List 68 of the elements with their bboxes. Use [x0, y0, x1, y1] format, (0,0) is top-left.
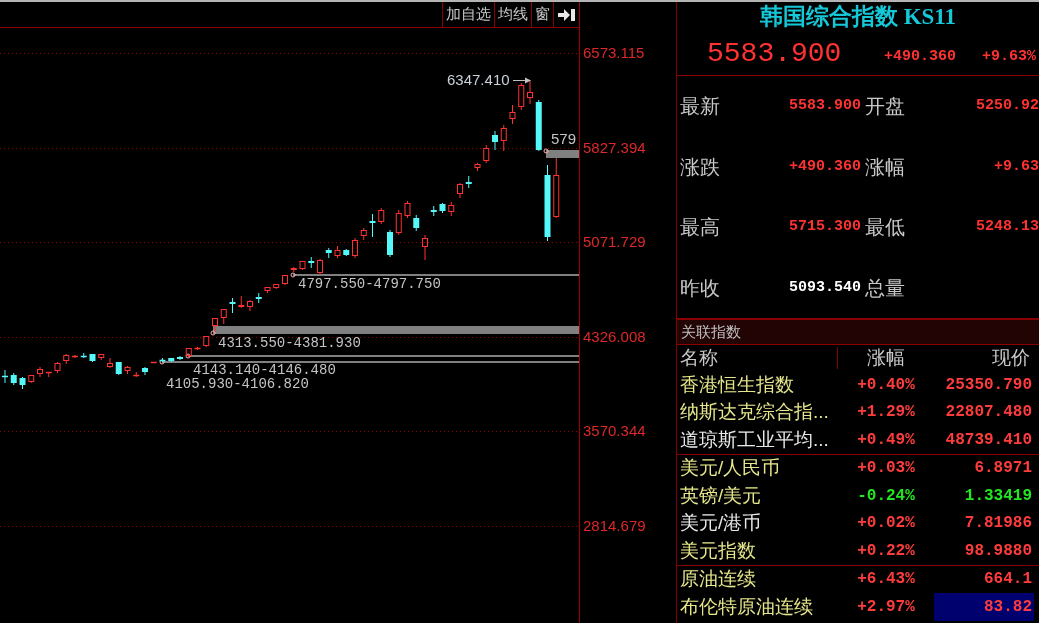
price-value: 25350.790 — [944, 374, 1033, 396]
price-axis-label: 5827.394 — [583, 139, 646, 157]
stat-value: +9.63 — [994, 156, 1039, 177]
price-value: 22807.480 — [944, 402, 1033, 424]
index-name: 道琼斯工业平均... — [679, 428, 829, 451]
stat-value: 5250.92 — [976, 96, 1039, 117]
change-percent: +0.22% — [857, 540, 915, 561]
stat-label: 开盘 — [865, 94, 905, 119]
index-name: 英镑/美元 — [679, 484, 762, 507]
gap-range-label: 4797.550-4797.750 — [298, 278, 441, 291]
price-value: 83.82 — [934, 593, 1034, 621]
toolbar-button[interactable]: 均线 — [494, 2, 531, 27]
price-axis-label: 2814.679 — [583, 517, 646, 535]
stat-value: 5715.300 — [789, 217, 861, 238]
column-header: 涨幅 — [867, 347, 905, 369]
stat-label: 涨跌 — [680, 154, 720, 179]
price-value: 7.81986 — [963, 513, 1033, 535]
index-title: 韩国综合指数 KS11 — [759, 3, 957, 31]
stat-label: 涨幅 — [865, 154, 905, 179]
column-header: 名称 — [677, 347, 838, 369]
index-name: 香港恒生指数 — [679, 373, 794, 396]
change-percent: +0.49% — [857, 429, 915, 450]
stat-label: 最新 — [680, 94, 720, 119]
toolbar-button[interactable]: 窗 — [531, 2, 553, 27]
index-name: 布伦特原油连续 — [679, 595, 813, 618]
price-tag-label: 579 — [551, 131, 577, 147]
stat-value: 5583.900 — [789, 96, 861, 117]
toolbar-button[interactable]: 加自选 — [442, 2, 494, 27]
price-value: 664.1 — [983, 569, 1033, 591]
index-name: 美元指数 — [679, 539, 756, 562]
stat-label: 最低 — [865, 215, 905, 240]
stat-label: 最高 — [680, 215, 720, 240]
change-percent: -0.24% — [857, 485, 915, 506]
stat-value: 5248.13 — [976, 217, 1039, 238]
change-percent: +0.02% — [857, 513, 915, 534]
gap-range-label: 4313.550-4381.930 — [218, 337, 361, 350]
price-axis-label: 3570.344 — [583, 422, 646, 440]
stat-label: 昨收 — [680, 275, 720, 300]
price-change: +490.360 — [883, 46, 956, 67]
arrow-right-icon — [513, 77, 531, 84]
change-percent: +0.03% — [857, 458, 915, 479]
index-name: 美元/港币 — [679, 512, 762, 535]
change-percent: +2.97% — [857, 596, 915, 617]
index-name: 美元/人民币 — [679, 457, 781, 480]
stat-value: 5093.540 — [789, 277, 861, 298]
stat-label: 总量 — [865, 275, 905, 300]
gap-band — [543, 148, 579, 158]
price-axis-label: 4326.008 — [583, 328, 646, 346]
gap-range-label: 4105.930-4106.820 — [166, 378, 309, 391]
price-value: 48739.410 — [944, 429, 1033, 451]
gap-range-label: 4143.140-4146.480 — [193, 364, 336, 377]
index-name: 纳斯达克综合指... — [679, 401, 829, 424]
column-header: 现价 — [992, 347, 1031, 369]
high-price-label: 6347.410 — [447, 72, 510, 88]
percent-change: +9.63% — [982, 46, 1036, 67]
price-value: 6.8971 — [973, 458, 1033, 480]
price-value: 1.33419 — [963, 485, 1033, 507]
change-percent: +1.29% — [857, 402, 915, 423]
change-percent: +0.40% — [857, 374, 915, 395]
last-price: 5583.900 — [707, 36, 842, 71]
change-percent: +6.43% — [857, 569, 915, 590]
stat-value: +490.360 — [789, 156, 861, 177]
price-value: 98.9880 — [963, 540, 1033, 562]
price-axis-label: 5071.729 — [583, 233, 646, 251]
index-name: 原油连续 — [679, 568, 756, 591]
price-axis-label: 6573.115 — [583, 44, 645, 62]
arrow-to-bar-icon — [558, 7, 575, 22]
section-header: 关联指数 — [677, 319, 1039, 345]
